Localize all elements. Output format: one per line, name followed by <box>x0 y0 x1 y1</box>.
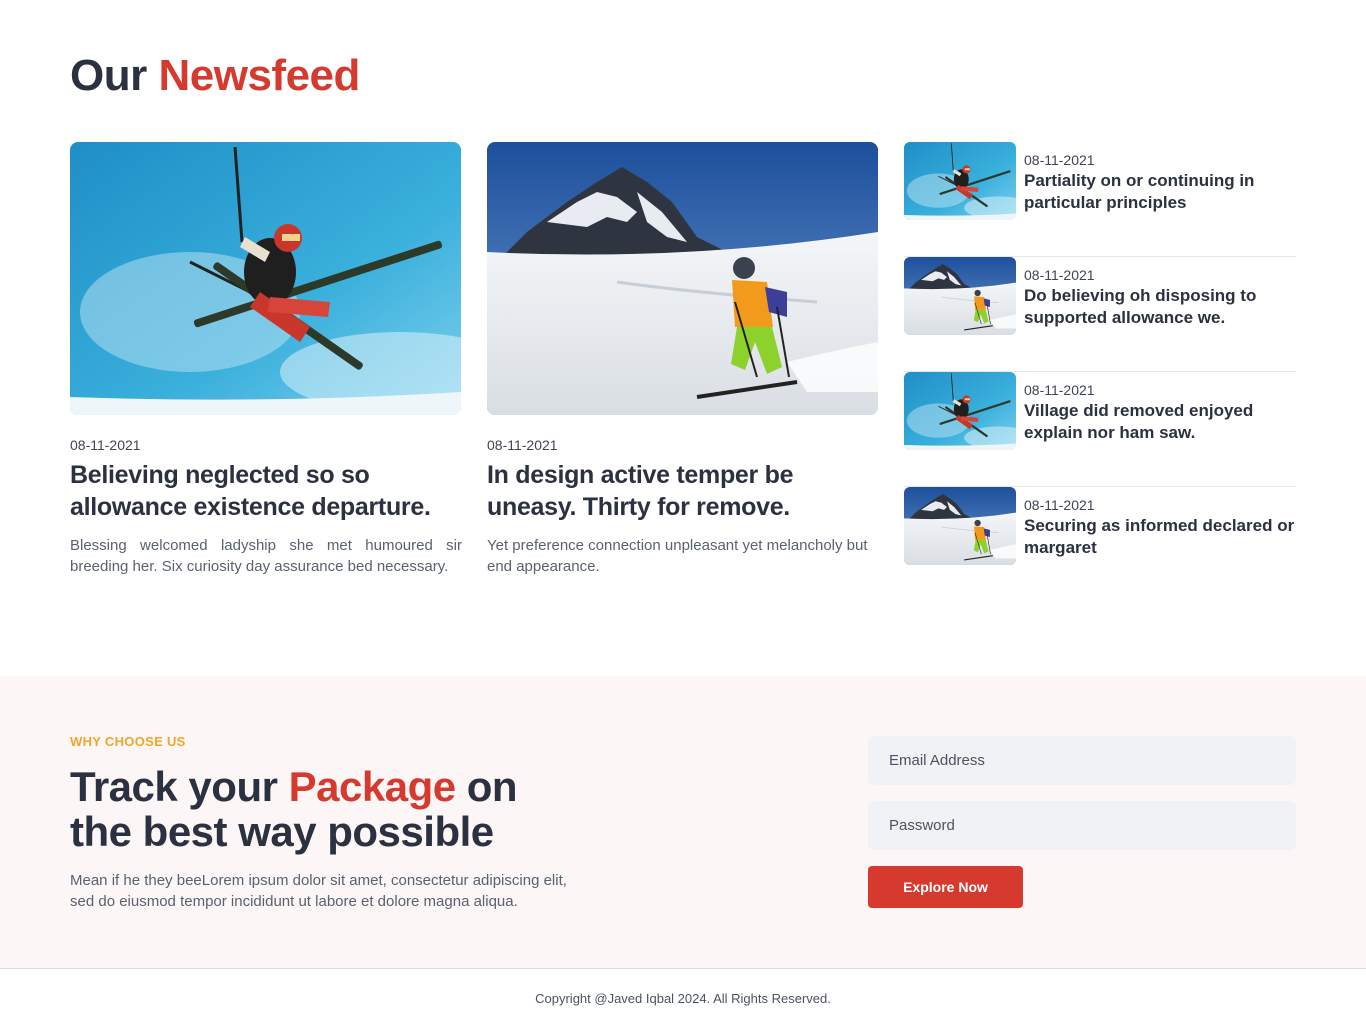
card-date: 08-11-2021 <box>487 437 558 453</box>
track-title-accent: Package <box>288 763 456 810</box>
side-title[interactable]: Do believing oh disposing to supported a… <box>1024 285 1296 329</box>
mountain-skier-thumbnail[interactable] <box>904 257 1016 335</box>
ski-jump-thumbnail[interactable] <box>904 142 1016 220</box>
card-title[interactable]: In design active temper be uneasy. Thirt… <box>487 459 879 523</box>
card-date: 08-11-2021 <box>70 437 141 453</box>
track-title-part1: Track your <box>70 763 278 810</box>
side-date: 08-11-2021 <box>1024 267 1095 283</box>
title-plain: Our <box>70 51 147 100</box>
side-date: 08-11-2021 <box>1024 382 1095 398</box>
side-title[interactable]: Securing as informed declared or margare… <box>1024 515 1296 559</box>
side-news-item[interactable]: 08-11-2021 Partiality on or continuing i… <box>904 142 1296 257</box>
side-title[interactable]: Village did removed enjoyed explain nor … <box>1024 400 1296 444</box>
side-title[interactable]: Partiality on or continuing in particula… <box>1024 170 1296 214</box>
side-news-item[interactable]: 08-11-2021 Securing as informed declared… <box>904 487 1296 602</box>
ski-jump-thumbnail[interactable] <box>904 372 1016 450</box>
side-news-item[interactable]: 08-11-2021 Village did removed enjoyed e… <box>904 372 1296 487</box>
card-title[interactable]: Believing neglected so so allowance exis… <box>70 459 462 523</box>
mountain-skier-image[interactable] <box>487 142 878 415</box>
news-card-1[interactable]: 08-11-2021 Believing neglected so so all… <box>70 142 462 577</box>
copyright-text: Copyright @Javed Iqbal 2024. All Rights … <box>535 991 831 1006</box>
side-news-list: 08-11-2021 Partiality on or continuing i… <box>904 142 1296 602</box>
side-date: 08-11-2021 <box>1024 497 1095 513</box>
news-card-2[interactable]: 08-11-2021 In design active temper be un… <box>487 142 879 577</box>
newsfeed-title: Our Newsfeed <box>70 50 360 102</box>
mountain-skier-thumbnail[interactable] <box>904 487 1016 565</box>
side-date: 08-11-2021 <box>1024 152 1095 168</box>
track-description: Mean if he they beeLorem ipsum dolor sit… <box>70 872 567 910</box>
email-field[interactable] <box>868 736 1296 785</box>
track-title: Track your Package on the best way possi… <box>70 764 550 854</box>
track-package-section: WHY CHOOSE US Track your Package on the … <box>0 676 1366 968</box>
section-eyebrow: WHY CHOOSE US <box>70 734 186 749</box>
card-excerpt: Yet preference connection unpleasant yet… <box>487 537 868 575</box>
footer: Copyright @Javed Iqbal 2024. All Rights … <box>0 968 1366 1027</box>
side-news-item[interactable]: 08-11-2021 Do believing oh disposing to … <box>904 257 1296 372</box>
password-field[interactable] <box>868 801 1296 850</box>
explore-now-button[interactable]: Explore Now <box>868 866 1023 908</box>
ski-jump-image[interactable] <box>70 142 461 415</box>
title-accent: Newsfeed <box>158 51 360 100</box>
card-excerpt: Blessing welcomed ladyship she met humou… <box>70 537 462 575</box>
